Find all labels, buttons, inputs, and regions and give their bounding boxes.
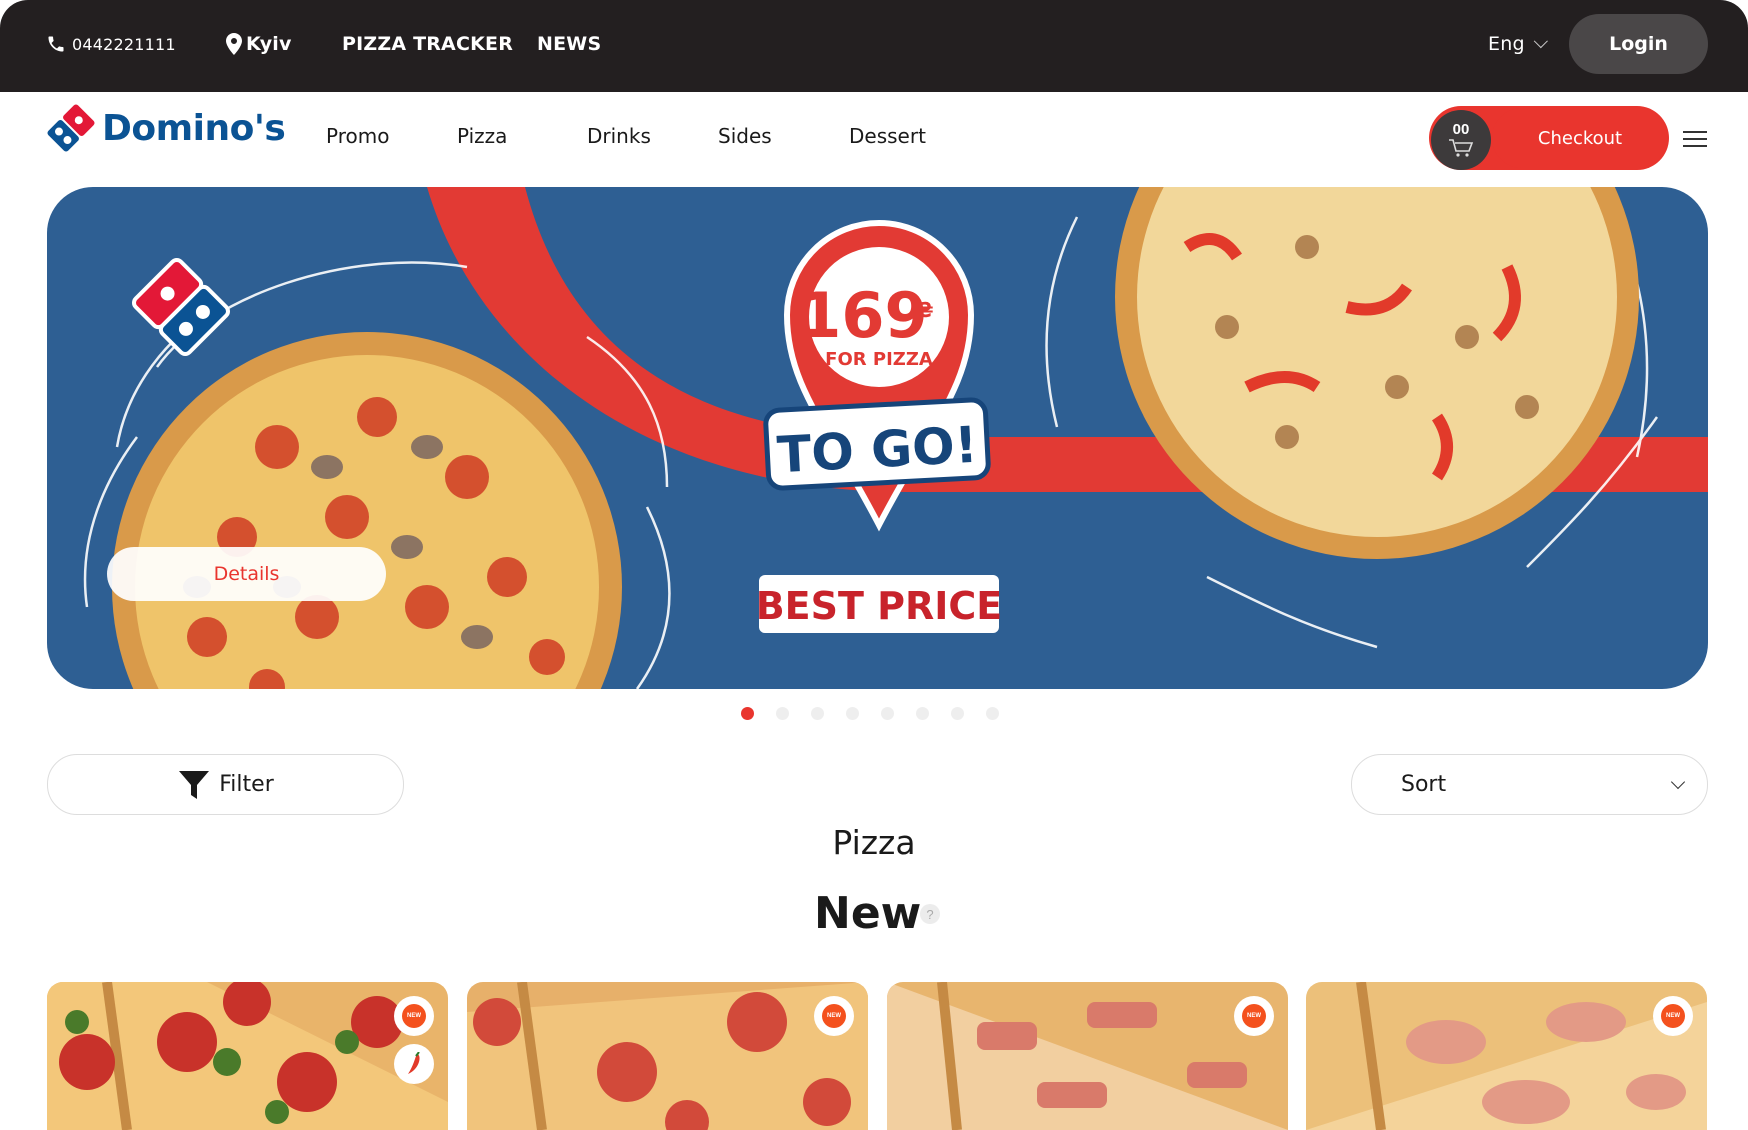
sort-dropdown[interactable]: Sort	[1351, 754, 1708, 815]
filter-button[interactable]: Filter	[47, 754, 404, 815]
promo-banner[interactable]: 169 ₴ FOR PIZZA TO GO! BEST PRICE	[47, 187, 1708, 689]
new-badge: NEW	[1234, 996, 1274, 1036]
cart-count: 00	[1452, 121, 1470, 138]
help-icon[interactable]: ?	[920, 904, 940, 924]
logo-wordmark: Domino's	[102, 107, 286, 149]
nav-promo[interactable]: Promo	[326, 124, 389, 148]
news-link[interactable]: NEWS	[537, 28, 601, 60]
carousel-dots	[741, 707, 999, 720]
pizza-image	[47, 982, 448, 1130]
login-button[interactable]: Login	[1569, 14, 1708, 74]
dominos-logo[interactable]: Domino's	[46, 102, 286, 154]
dominos-logo-icon	[47, 104, 95, 152]
chevron-down-icon	[1670, 774, 1686, 790]
cart-button[interactable]: 00	[1431, 110, 1491, 170]
location-pin-icon	[226, 33, 242, 55]
group-title: New	[814, 888, 922, 939]
banner-price-caption: FOR PIZZA	[825, 349, 933, 370]
language-label: Eng	[1488, 33, 1525, 55]
carousel-dot-4[interactable]	[846, 707, 859, 720]
banner-artwork: 169 ₴ FOR PIZZA TO GO! BEST PRICE	[83, 187, 1708, 689]
pizza-image	[1306, 982, 1707, 1130]
product-card[interactable]: NEW	[467, 982, 868, 1130]
carousel-dot-6[interactable]	[916, 707, 929, 720]
carousel-dot-5[interactable]	[881, 707, 894, 720]
cart-icon	[1449, 139, 1474, 157]
checkout-button[interactable]: Checkout	[1492, 108, 1668, 168]
menu-icon[interactable]	[1683, 131, 1707, 147]
banner-currency: ₴	[916, 298, 933, 322]
new-badge: NEW	[1653, 996, 1693, 1036]
city-name: Kyiv	[246, 33, 292, 55]
new-badge: NEW	[814, 996, 854, 1036]
spicy-chili-icon	[394, 1044, 434, 1084]
product-card[interactable]: NEW	[887, 982, 1288, 1130]
pizza-image	[887, 982, 1288, 1130]
section-title: Pizza	[832, 823, 916, 862]
banner-price: 169	[798, 279, 927, 352]
details-button[interactable]: Details	[107, 547, 386, 601]
pizza-tracker-link[interactable]: PIZZA TRACKER	[342, 28, 513, 60]
carousel-dot-1[interactable]	[741, 707, 754, 720]
nav-dessert[interactable]: Dessert	[849, 124, 926, 148]
phone-link[interactable]: 0442221111	[46, 28, 176, 60]
carousel-dot-3[interactable]	[811, 707, 824, 720]
product-card[interactable]: NEW	[47, 982, 448, 1130]
phone-icon	[48, 36, 64, 52]
nav-sides[interactable]: Sides	[718, 124, 772, 148]
banner-headline: TO GO!	[776, 416, 979, 484]
new-badge: NEW	[394, 996, 434, 1036]
city-selector[interactable]: Kyiv	[226, 28, 292, 60]
filter-label: Filter	[219, 772, 274, 797]
funnel-icon	[179, 770, 210, 799]
product-card[interactable]: NEW	[1306, 982, 1707, 1130]
nav-pizza[interactable]: Pizza	[457, 124, 507, 148]
nav-drinks[interactable]: Drinks	[587, 124, 651, 148]
chevron-down-icon	[1533, 34, 1548, 49]
carousel-dot-7[interactable]	[951, 707, 964, 720]
banner-tagline: BEST PRICE	[756, 584, 1003, 628]
carousel-dot-2[interactable]	[776, 707, 789, 720]
sort-label: Sort	[1401, 772, 1447, 797]
phone-number: 0442221111	[72, 34, 176, 54]
carousel-dot-8[interactable]	[986, 707, 999, 720]
pizza-image	[467, 982, 868, 1130]
language-selector[interactable]: Eng	[1488, 28, 1548, 60]
top-bar: 0442221111 Kyiv PIZZA TRACKER NEWS Eng L…	[0, 0, 1748, 92]
